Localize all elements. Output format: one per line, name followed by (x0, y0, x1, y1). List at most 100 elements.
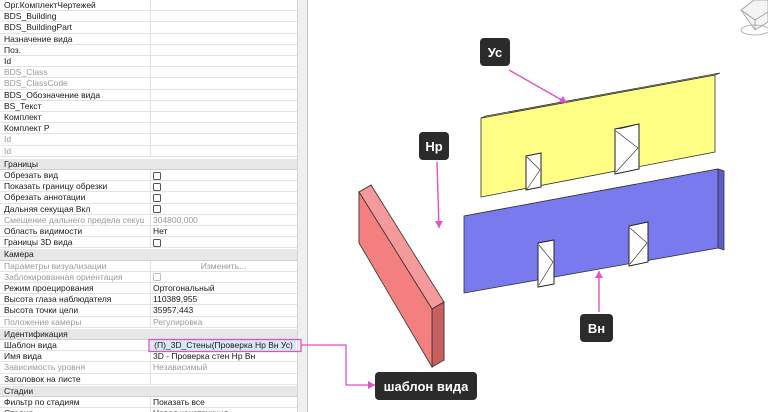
callout-vn: Вн (580, 314, 613, 342)
property-row[interactable]: Режим проецирования Ортогональный (0, 283, 307, 295)
property-row[interactable]: Поз. (0, 44, 307, 56)
property-name: Показать границу обрезки (4, 181, 108, 192)
checkbox[interactable] (153, 193, 161, 202)
property-value[interactable] (150, 100, 296, 112)
property-value[interactable]: 3D - Проверка стен Нр Вн (150, 351, 296, 363)
property-row[interactable]: Id (0, 134, 307, 146)
property-row[interactable]: Положение камеры Регулировка (0, 316, 307, 328)
property-group-header[interactable]: Границы˄ (0, 158, 307, 170)
property-value[interactable]: 110389,955 (150, 294, 296, 306)
property-name: Положение камеры (4, 316, 82, 327)
property-name: BDS_Обозначение вида (4, 89, 101, 100)
property-value[interactable] (150, 89, 296, 101)
property-value[interactable] (150, 112, 296, 123)
property-value[interactable] (150, 11, 296, 23)
callout-us-label: Ус (488, 45, 503, 60)
property-row[interactable]: Показать границу обрезки (0, 181, 307, 193)
checkbox[interactable] (153, 205, 161, 214)
group-title: Границы (4, 158, 38, 169)
property-row[interactable]: BDS_Обозначение вида (0, 89, 307, 101)
property-row[interactable]: Id (0, 145, 307, 157)
property-row[interactable]: Id (0, 56, 307, 68)
property-row[interactable]: Смещение дальнего предела секущего ... 30… (0, 214, 307, 226)
property-row[interactable]: Комплект Р (0, 123, 307, 135)
property-checkbox-cell[interactable] (150, 192, 296, 204)
property-row[interactable]: Дальняя секущая Вкл (0, 203, 307, 215)
property-name: Id (4, 134, 12, 145)
property-value[interactable]: Показать все (150, 397, 296, 408)
property-row[interactable]: Параметры визуализации Изменить... (0, 260, 307, 272)
property-button[interactable]: (П)_3D_Стены(Проверка Нр Вн Ус) (150, 340, 296, 351)
property-value[interactable] (150, 373, 296, 385)
property-value[interactable] (150, 0, 296, 11)
view-cube-icon[interactable] (740, 0, 768, 36)
property-row[interactable]: Комплект (0, 112, 307, 124)
door[interactable] (525, 152, 542, 191)
property-value[interactable] (150, 22, 296, 34)
door[interactable] (614, 123, 640, 175)
property-row[interactable]: Обрезать аннотации (0, 192, 307, 204)
callout-us: Ус (480, 38, 510, 66)
property-name: Шаблон вида (4, 340, 57, 350)
property-name: BDS_BuildingPart (4, 22, 73, 33)
property-name: Поз. (4, 44, 21, 55)
property-value[interactable] (150, 44, 296, 56)
wall-nr[interactable] (358, 184, 445, 369)
property-row[interactable]: Область видимости Нет (0, 226, 307, 238)
model-scene[interactable]: Ус Нр Вн шаблон вида (309, 0, 768, 412)
property-value[interactable]: Нет (150, 226, 296, 237)
property-row[interactable]: Фильтр по стадиям Показать все (0, 397, 307, 409)
checkbox[interactable] (153, 238, 161, 247)
property-row[interactable]: Заблокированная ориентация (0, 271, 307, 283)
scrollbar[interactable] (297, 0, 307, 412)
door[interactable] (628, 221, 649, 267)
property-value (150, 145, 296, 157)
3d-viewport[interactable]: Ус Нр Вн шаблон вида (309, 0, 768, 412)
arrow-nr-head (435, 221, 443, 228)
property-row[interactable]: Границы 3D вида (0, 237, 307, 249)
property-value[interactable]: Ортогональный (150, 283, 296, 294)
property-name: Id (4, 56, 12, 66)
property-row[interactable]: Заголовок на листе (0, 373, 307, 385)
checkbox[interactable] (153, 171, 161, 180)
door[interactable] (537, 239, 555, 288)
property-row[interactable]: Шаблон вида (П)_3D_Стены(Проверка Нр Вн У… (0, 340, 307, 352)
property-row[interactable]: Имя вида 3D - Проверка стен Нр Вн (0, 351, 307, 363)
property-name: Орг.КомплектЧертежей (4, 0, 96, 10)
property-value[interactable] (150, 56, 296, 67)
property-row[interactable]: Высота глаза наблюдателя 110389,955 (0, 294, 307, 306)
property-name: Заблокированная ориентация (4, 271, 123, 282)
checkbox[interactable] (153, 182, 161, 191)
property-row[interactable]: BS_Текст (0, 100, 307, 112)
property-group-header[interactable]: Идентификация˄ (0, 328, 307, 340)
property-checkbox-cell[interactable] (150, 237, 296, 249)
property-row[interactable]: Обрезать вид (0, 170, 307, 182)
property-value[interactable] (150, 123, 296, 135)
property-group-header[interactable]: Камера˄ (0, 249, 307, 261)
property-checkbox-cell[interactable] (150, 203, 296, 215)
callout-vn-label: Вн (588, 321, 605, 336)
property-row[interactable]: Орг.КомплектЧертежей (0, 0, 307, 12)
property-value[interactable]: Новая конструкция (150, 408, 296, 412)
property-row[interactable]: Назначение вида (0, 33, 307, 45)
property-checkbox-cell[interactable] (150, 181, 296, 193)
property-value: Независимый (150, 362, 296, 374)
property-row[interactable]: Высота точки цели 35957,443 (0, 305, 307, 317)
property-name: Параметры визуализации (4, 260, 107, 271)
property-row[interactable]: BDS_ClassCode (0, 78, 307, 90)
property-row[interactable]: BDS_Class (0, 67, 307, 79)
property-checkbox-cell[interactable] (150, 170, 296, 181)
property-name: BDS_Building (4, 11, 57, 22)
property-row[interactable]: Зависимость уровня Независимый (0, 362, 307, 374)
property-name: Стадия (4, 408, 144, 412)
property-value[interactable] (150, 33, 296, 45)
property-value[interactable]: 35957,443 (150, 305, 296, 317)
property-name: Зависимость уровня (4, 362, 86, 373)
property-group-header[interactable]: Стадии˄ (0, 385, 307, 397)
property-name: BDS_ClassCode (4, 78, 68, 89)
property-row[interactable]: BDS_Building (0, 11, 307, 23)
callout-template-label: шаблон вида (384, 379, 469, 394)
property-row[interactable]: Стадия Новая конструкция (0, 408, 307, 412)
property-row[interactable]: BDS_BuildingPart (0, 22, 307, 34)
property-checkbox-cell (150, 271, 296, 283)
